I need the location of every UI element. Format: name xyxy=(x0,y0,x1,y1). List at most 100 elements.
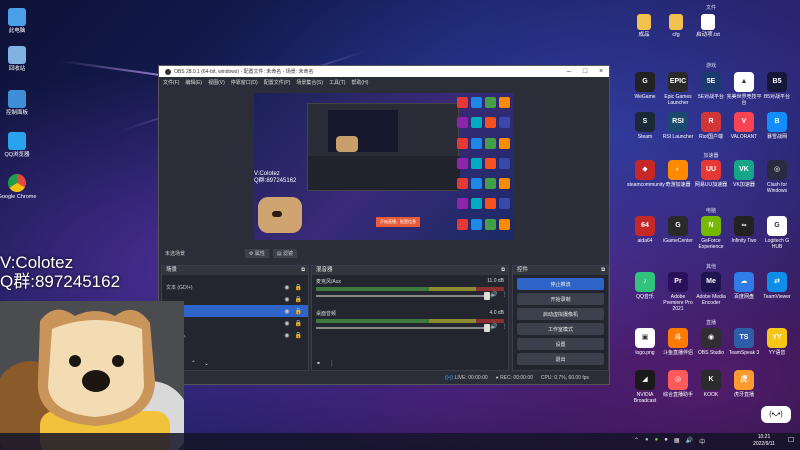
desktop-app-icon[interactable]: GiGameCenter xyxy=(660,216,696,244)
menu-item[interactable]: 停靠窗口(D) xyxy=(231,79,258,86)
control-button[interactable]: 设置 xyxy=(517,338,604,350)
eye-icon[interactable]: ◉ xyxy=(284,296,289,303)
desktop-app-icon[interactable]: Me Adobe Media Encoder xyxy=(693,272,729,306)
dock-icon[interactable]: ⧉ xyxy=(501,266,505,275)
desktop-app-icon[interactable]: EPIC Epic Games Launcher xyxy=(660,72,696,106)
eye-icon[interactable]: ◉ xyxy=(284,320,289,327)
desktop-app-icon[interactable]: G WeGame xyxy=(627,72,663,100)
lock-icon[interactable]: 🔒 xyxy=(295,308,302,315)
desktop-app-icon[interactable]: UU 网易UU加速器 xyxy=(693,160,729,188)
ime-icon[interactable]: 中 xyxy=(699,437,705,446)
desktop-app-icon[interactable]: ☁ 百度网盘 xyxy=(726,272,762,300)
dock-icon[interactable]: ⧉ xyxy=(601,266,605,275)
lock-icon[interactable]: 🔒 xyxy=(295,284,302,291)
tray-app-icon[interactable]: ● xyxy=(664,437,668,446)
desktop-app-icon[interactable]: ♪ QQ音乐 xyxy=(627,272,663,300)
desktop-app-icon[interactable]: ◎ Clash for Windows xyxy=(759,160,795,194)
app-icon: B5 xyxy=(767,72,787,92)
menu-item[interactable]: 场景集合(S) xyxy=(296,79,323,86)
control-button[interactable]: 启动虚拟摄像机 xyxy=(517,308,604,320)
desktop-icon[interactable]: 控制面板 xyxy=(0,90,37,117)
clock[interactable]: 10:21 2022/9/11 xyxy=(744,434,784,448)
menu-item[interactable]: 编辑(E) xyxy=(185,79,202,86)
volume-slider[interactable] xyxy=(316,324,490,332)
desktop-app-icon[interactable]: Pr Adobe Premiere Pro 2021 xyxy=(660,272,696,312)
wechat-icon[interactable]: ● xyxy=(655,437,659,446)
control-button[interactable]: 工作室模式 xyxy=(517,323,604,335)
desktop-icon[interactable]: 此电脑 xyxy=(0,8,37,35)
volume-icon[interactable]: 🔊 xyxy=(686,437,693,446)
obs-preview[interactable]: V:Colotez Q群:897245162 开始直播，配置信息 xyxy=(254,93,514,240)
desktop-app-icon[interactable]: S Steam xyxy=(627,112,663,140)
desktop-app-icon[interactable]: 5E 5E对战平台 xyxy=(693,72,729,100)
obs-titlebar[interactable]: OBS 28.0.1 (64-bit, windows) - 配置文件: 未命名… xyxy=(159,66,609,77)
lock-icon[interactable]: 🔒 xyxy=(295,296,302,303)
lock-icon[interactable]: 🔒 xyxy=(295,320,302,327)
control-button[interactable]: 退出 xyxy=(517,353,604,365)
desktop-app-icon[interactable]: 斗斗鱼直播伴侣 xyxy=(660,328,696,356)
lock-icon[interactable]: 🔒 xyxy=(295,332,302,339)
more-icon[interactable]: ⋮ xyxy=(329,360,335,367)
mixer-panel: 混音器 ⧉ 麦克风/Aux 11.0 dB 🔊 ⋮ 桌面音频 4.0 dB 🔊 ⋮ ⚭ ⋮ xyxy=(311,265,509,371)
notification-icon[interactable]: ☐ xyxy=(788,436,794,444)
menu-item[interactable]: 配置文件(P) xyxy=(264,79,291,86)
desktop-app-icon[interactable]: RSI RSI Launcher xyxy=(660,112,696,140)
desktop-icon[interactable]: Google Chrome xyxy=(0,174,37,201)
desktop-app-icon[interactable]: ▣ logo.png xyxy=(627,328,663,356)
speaker-icon[interactable]: 🔊 xyxy=(490,323,497,330)
menu-item[interactable]: 文件(F) xyxy=(163,79,179,86)
more-icon[interactable]: ⋮ xyxy=(501,323,507,330)
chevron-up-icon[interactable]: ⌃ xyxy=(191,360,196,367)
more-icon[interactable]: ⋮ xyxy=(501,291,507,298)
chat-widget[interactable]: (•ᴗ•) xyxy=(761,406,791,423)
tray-app-icon[interactable]: ● xyxy=(645,437,649,446)
desktop-app-icon[interactable]: ∞ Infinity Two xyxy=(726,216,762,244)
desktop-app-icon[interactable]: ◎ 综合直播助手 xyxy=(660,370,696,398)
desktop-app-icon[interactable]: ◆ steamcommunity xyxy=(627,160,665,188)
chevron-up-icon[interactable]: ⌃ xyxy=(634,437,639,446)
network-icon[interactable]: ▦ xyxy=(674,437,680,446)
link-icon[interactable]: ⚭ xyxy=(316,360,321,367)
obs-window[interactable]: OBS 28.0.1 (64-bit, windows) - 配置文件: 未命名… xyxy=(158,65,610,385)
menu-item[interactable]: 视图(V) xyxy=(208,79,225,86)
filters-button[interactable]: ▤ 滤镜 xyxy=(272,248,298,258)
desktop-app-icon[interactable]: B5 B5对战平台 xyxy=(759,72,795,100)
desktop-app-icon[interactable]: V VALORANT xyxy=(726,112,762,140)
control-button[interactable]: 开始录制 xyxy=(517,293,604,305)
dock-icon[interactable]: ⧉ xyxy=(301,266,305,275)
desktop-app-icon[interactable]: ⇄ TeamViewer xyxy=(759,272,795,300)
desktop-app-icon[interactable]: 64 aida64 xyxy=(627,216,663,244)
menu-item[interactable]: 工具(T) xyxy=(329,79,345,86)
desktop-app-icon[interactable]: G Logitech G HUB xyxy=(759,216,795,250)
desktop-app-icon[interactable]: ◢ NVIDIA Broadcast xyxy=(627,370,663,404)
close-button[interactable]: × xyxy=(593,68,609,75)
eye-icon[interactable]: ◉ xyxy=(284,308,289,315)
desktop-icon[interactable]: QQ浏览器 xyxy=(0,132,37,159)
desktop-app-icon[interactable]: K KOOK xyxy=(693,370,729,398)
app-icon: ⇄ xyxy=(767,272,787,292)
maximize-button[interactable]: □ xyxy=(577,68,593,75)
source-row[interactable]: 文本 (GDI+) ◉ 🔒 xyxy=(162,281,308,293)
desktop-app-icon[interactable]: ◐ 奇游加速器 xyxy=(660,160,696,188)
desktop-app-icon[interactable]: B 暴雪战网 xyxy=(759,112,795,140)
desktop-file[interactable]: 启动项.txt xyxy=(688,14,728,39)
desktop-app-icon[interactable]: 虎虎牙直播 xyxy=(726,370,762,398)
speaker-icon[interactable]: 🔊 xyxy=(490,291,497,298)
desktop-app-icon[interactable]: YY YY语音 xyxy=(759,328,795,356)
minimize-button[interactable]: – xyxy=(561,68,577,75)
desktop-app-icon[interactable]: ▲ 完美世界竞技平台 xyxy=(726,72,762,106)
control-button[interactable]: 停止推流 xyxy=(517,278,604,290)
desktop-app-icon[interactable]: N GeForce Experience xyxy=(693,216,729,250)
eye-icon[interactable]: ◉ xyxy=(284,332,289,339)
desktop-icon[interactable]: 回收站 xyxy=(0,46,37,73)
eye-icon[interactable]: ◉ xyxy=(284,284,289,291)
properties-button[interactable]: ⚙ 属性 xyxy=(245,248,269,258)
desktop-app-icon[interactable]: ◉ OBS Studio xyxy=(693,328,729,356)
desktop-app-icon[interactable]: R Riot国户端 xyxy=(693,112,729,140)
desktop-app-icon[interactable]: VK VK加速器 xyxy=(726,160,762,188)
volume-slider[interactable] xyxy=(316,292,490,300)
chevron-down-icon[interactable]: ⌄ xyxy=(204,360,209,367)
menu-item[interactable]: 帮助(H) xyxy=(351,79,368,86)
desktop-app-icon[interactable]: TS TeamSpeak 3 xyxy=(726,328,762,356)
preview-overlay-text: V:Colotez Q群:897245162 xyxy=(254,171,297,184)
